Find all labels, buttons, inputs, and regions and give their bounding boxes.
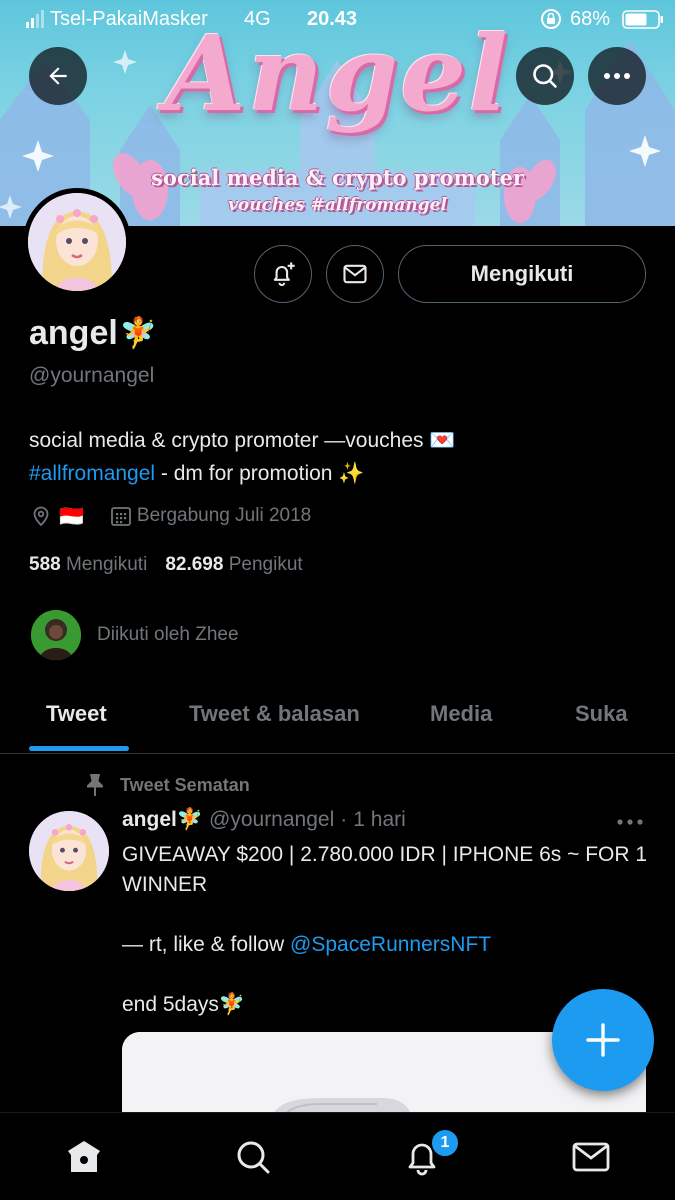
avatar-illustration (28, 193, 126, 291)
tweet-blank-line (122, 900, 652, 930)
nav-messages[interactable] (569, 1135, 613, 1179)
followers-count: 82.698 (165, 554, 224, 575)
tweet-line-2-text: — rt, like & follow (122, 933, 291, 956)
carrier-name: Tsel-PakaiMasker (50, 8, 208, 30)
status-time: 20.43 (307, 8, 358, 30)
bio-line-2: #allfromangel - dm for promotion ✨ (29, 457, 649, 490)
tweet-handle: @yournangel (209, 808, 335, 831)
tweet-author-name: angel (122, 808, 177, 831)
search-button[interactable] (516, 47, 574, 105)
nav-search[interactable] (231, 1135, 275, 1179)
following-label: Mengikuti (65, 554, 148, 575)
bio-line-1: social media & crypto promoter —vouches … (29, 429, 456, 452)
profile-stats: 588 Mengikuti 82.698 Pengikut (29, 554, 303, 576)
tweet-author[interactable]: angel 🧚 (122, 808, 203, 832)
tab-likes[interactable]: Suka (575, 701, 628, 727)
profile-bio: social media & crypto promoter —vouches … (29, 424, 649, 490)
tweet-author-emoji: 🧚 (176, 808, 204, 831)
joined-date: Bergabung Juli 2018 (136, 505, 312, 526)
tab-media[interactable]: Media (430, 701, 492, 727)
profile-avatar[interactable] (23, 188, 131, 296)
bell-plus-icon (273, 262, 295, 287)
profile-tabs: Tweet Tweet & balasan Media Suka (0, 688, 675, 754)
message-button[interactable] (326, 245, 384, 303)
display-name: angel 🧚 (29, 314, 157, 353)
status-bar: Tsel-PakaiMasker 4G 20.43 68% (0, 0, 675, 38)
followed-by-row[interactable]: Diikuti oleh Zhee (31, 610, 239, 660)
tweet-mention-link[interactable]: @SpaceRunnersNFT (290, 933, 491, 956)
notification-badge: 1 (430, 1128, 460, 1158)
notify-button[interactable] (254, 245, 312, 303)
pinned-label-text: Tweet Sematan (120, 774, 250, 795)
tweet-separator: · (340, 808, 348, 831)
banner-subtitle: social media & crypto promoter (151, 165, 524, 190)
bottom-navigation: 1 (0, 1112, 675, 1200)
compose-tweet-button[interactable] (552, 989, 654, 1091)
arrow-left-icon (49, 67, 67, 85)
tweet-avatar[interactable] (29, 811, 109, 891)
pin-icon (87, 774, 103, 796)
followers-label: Pengikut (228, 554, 303, 575)
plus-icon (586, 1023, 620, 1057)
follower-avatar-image (31, 610, 81, 660)
tweet-time[interactable]: 1 hari (353, 808, 406, 832)
battery-percentage: 68% (570, 8, 611, 30)
network-type: 4G (244, 8, 271, 30)
following-button[interactable]: Mengikuti (398, 245, 646, 303)
following-count: 588 (29, 554, 61, 575)
tweet-avatar-illustration (29, 811, 109, 891)
rotation-lock-icon (541, 9, 561, 29)
tweet-text: GIVEAWAY $200 | 2.780.000 IDR | IPHONE 6… (122, 840, 652, 1020)
pinned-label: Tweet Sematan (84, 772, 250, 798)
display-name-text: angel (29, 314, 118, 352)
search-icon (237, 1141, 270, 1174)
signal-strength-icon (26, 10, 44, 28)
tab-tweet[interactable]: Tweet (46, 701, 107, 727)
tweet-line-2: — rt, like & follow @SpaceRunnersNFT (122, 930, 652, 960)
tweet-header: angel 🧚 @yournangel · 1 hari (122, 808, 406, 832)
envelope-icon (343, 264, 367, 284)
followers-stat[interactable]: 82.698 Pengikut (165, 554, 302, 576)
home-icon (68, 1141, 100, 1172)
tab-tweet-replies[interactable]: Tweet & balasan (189, 701, 360, 727)
following-stat[interactable]: 588 Mengikuti (29, 554, 147, 576)
more-options-button[interactable] (588, 47, 646, 105)
active-tab-indicator (29, 746, 129, 751)
tweet-more-icon[interactable] (614, 810, 646, 834)
location-flag: 🇮🇩 (59, 505, 84, 528)
followed-by-text: Diikuti oleh Zhee (97, 624, 239, 645)
location-pin-icon (33, 506, 49, 527)
calendar-icon (111, 507, 131, 526)
bio-rest-text: - dm for promotion ✨ (155, 462, 365, 485)
profile-meta: 🇮🇩 Bergabung Juli 2018 (29, 502, 311, 530)
profile-handle: @yournangel (29, 364, 155, 387)
tweet-blank-line-2 (122, 960, 652, 990)
tweet-line-1: GIVEAWAY $200 | 2.780.000 IDR | IPHONE 6… (122, 843, 648, 896)
battery-icon (622, 10, 663, 29)
search-icon (533, 64, 557, 88)
bio-hashtag-link[interactable]: #allfromangel (29, 462, 155, 485)
more-horizontal-icon (604, 73, 630, 79)
fairy-emoji: 🧚 (119, 317, 158, 350)
back-button[interactable] (29, 47, 87, 105)
envelope-icon (572, 1142, 610, 1172)
follower-avatar (31, 610, 81, 660)
nav-home[interactable] (62, 1135, 106, 1179)
